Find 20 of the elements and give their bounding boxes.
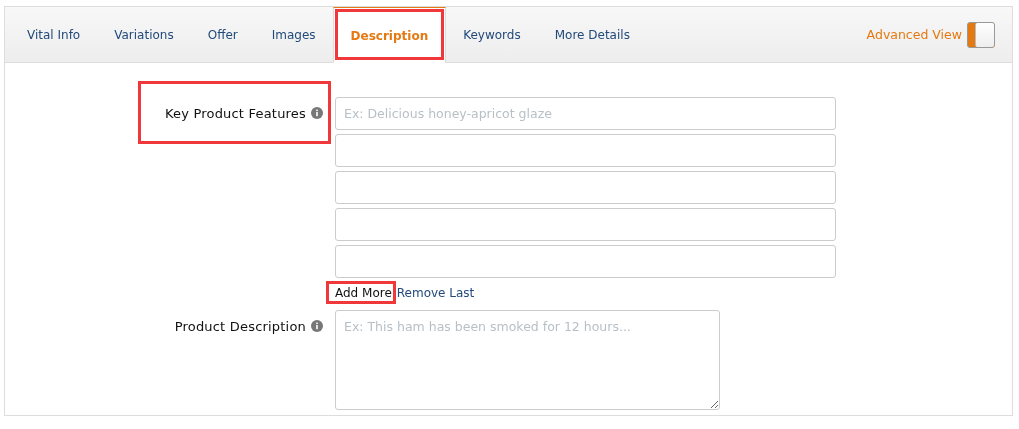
info-icon[interactable] — [311, 107, 323, 119]
field-label: Key Product Features — [164, 105, 306, 121]
text-field[interactable] — [335, 245, 836, 278]
tab[interactable]: More Details — [537, 7, 647, 62]
toggle-switch[interactable] — [967, 21, 995, 48]
tab[interactable]: Keywords — [446, 7, 538, 62]
text-field[interactable] — [335, 171, 836, 204]
info-icon[interactable] — [311, 320, 323, 332]
remove-last-link[interactable]: Remove Last — [396, 286, 475, 300]
tab[interactable]: Vital Info — [10, 7, 98, 62]
text-field[interactable]: Ex: Delicious honey-apricot glaze — [335, 97, 836, 130]
field-label: Product Description — [174, 318, 306, 334]
tab[interactable]: Images — [254, 7, 333, 62]
text-field[interactable] — [335, 208, 836, 241]
add-more-button[interactable]: Add More — [335, 286, 392, 300]
description-field[interactable]: Ex: This ham has been smoked for 12 hours... — [335, 310, 720, 410]
tab[interactable]: Offer — [190, 7, 255, 62]
advanced-view-label: Advanced View — [866, 27, 962, 42]
tab[interactable]: Variations — [97, 7, 191, 62]
text-field[interactable] — [335, 134, 836, 167]
